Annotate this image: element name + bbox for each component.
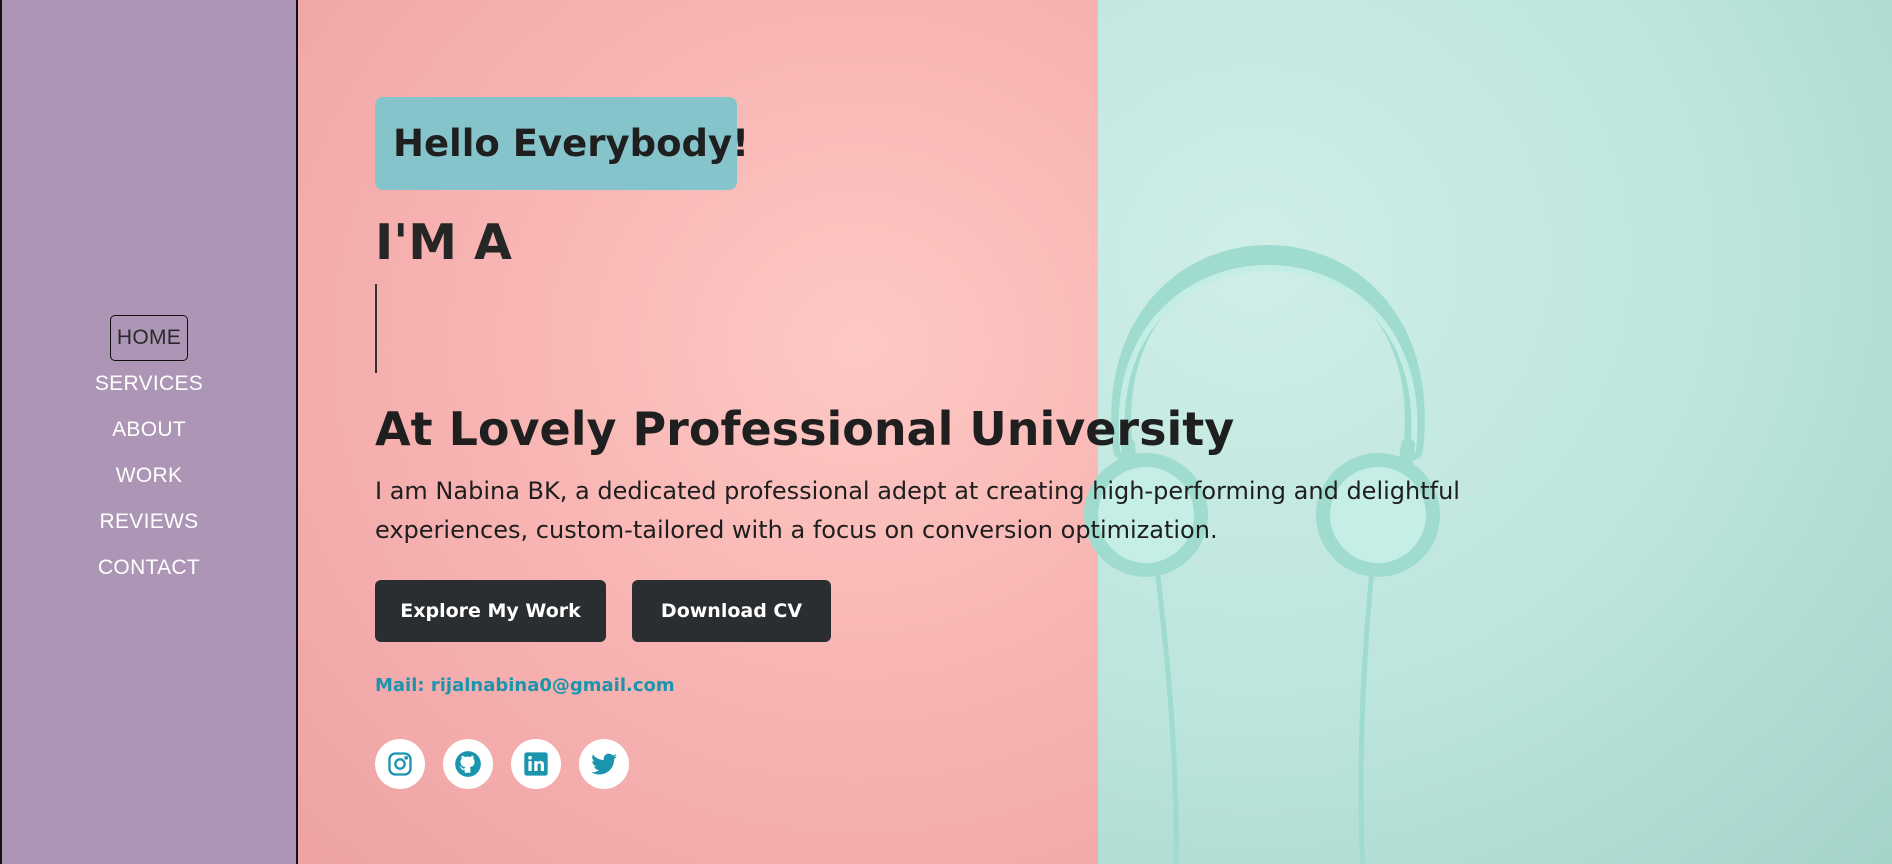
nav-item-services[interactable]: SERVICES xyxy=(95,361,203,407)
sidebar: HOME SERVICES ABOUT WORK REVIEWS CONTACT xyxy=(0,0,298,864)
twitter-icon xyxy=(591,753,617,775)
instagram-link[interactable] xyxy=(375,739,425,789)
university-heading: At Lovely Professional University xyxy=(375,402,1235,456)
linkedin-link[interactable] xyxy=(511,739,561,789)
mail-link[interactable]: Mail: rijalnabina0@gmail.com xyxy=(375,675,675,696)
explore-work-button[interactable]: Explore My Work xyxy=(375,580,606,642)
github-icon xyxy=(455,751,481,777)
greeting-badge: Hello Everybody! xyxy=(375,97,749,190)
nav-menu: HOME SERVICES ABOUT WORK REVIEWS CONTACT xyxy=(2,315,296,591)
github-link[interactable] xyxy=(443,739,493,789)
hero-section: Hello Everybody! I'M A At Lovely Profess… xyxy=(298,0,1892,864)
linkedin-icon xyxy=(524,752,548,776)
typing-cursor xyxy=(375,284,377,373)
headphones-image xyxy=(1084,244,1440,864)
nav-item-reviews[interactable]: REVIEWS xyxy=(100,499,199,545)
nav-item-about[interactable]: ABOUT xyxy=(112,407,186,453)
social-links xyxy=(375,739,629,789)
nav-item-work[interactable]: WORK xyxy=(116,453,183,499)
nav-item-contact[interactable]: CONTACT xyxy=(98,545,200,591)
intro-heading: I'M A xyxy=(375,214,512,271)
hero-description: I am Nabina BK, a dedicated professional… xyxy=(375,477,1460,544)
download-cv-button[interactable]: Download CV xyxy=(632,580,831,642)
nav-item-home[interactable]: HOME xyxy=(109,315,189,361)
twitter-link[interactable] xyxy=(579,739,629,789)
instagram-icon xyxy=(388,752,412,776)
